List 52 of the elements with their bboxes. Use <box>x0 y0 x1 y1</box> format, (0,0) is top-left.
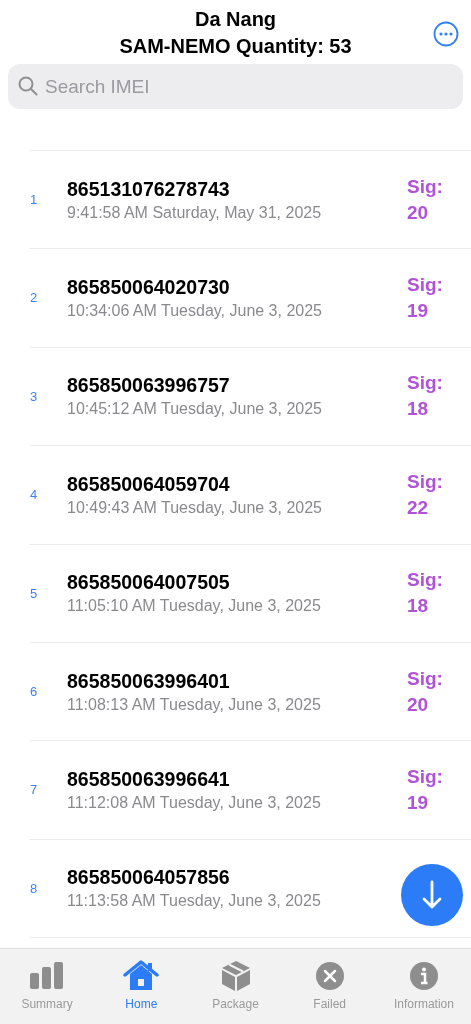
signal-value: 22 <box>407 495 430 520</box>
signal-value: 19 <box>407 299 430 324</box>
signal-value: 18 <box>407 594 430 619</box>
search-field[interactable]: Search IMEI <box>8 64 463 109</box>
signal-label: Sig: <box>407 273 444 298</box>
signal-label: Sig: <box>407 666 444 691</box>
signal-value: 20 <box>407 200 430 225</box>
imei-number: 865850064057856 <box>67 865 230 891</box>
timestamp: 11:08:13 AM Tuesday, June 3, 2025 <box>67 694 321 715</box>
timestamp: 10:45:12 AM Tuesday, June 3, 2025 <box>67 399 322 420</box>
row-number: 8 <box>30 879 39 898</box>
imei-number: 865850063996641 <box>67 767 230 793</box>
header-subtitle: SAM-NEMO Quantity: 53 <box>119 34 352 59</box>
tab[interactable]: Package <box>188 959 283 1013</box>
timestamp: 11:13:58 AM Tuesday, June 3, 2025 <box>67 891 321 912</box>
signal-label: Sig: <box>407 174 444 199</box>
timestamp: 9:41:58 AM Saturday, May 31, 2025 <box>67 202 322 223</box>
imei-number: 865131076278743 <box>67 176 230 202</box>
signal-value: 18 <box>407 397 430 422</box>
signal-value: 20 <box>407 692 430 717</box>
tab[interactable]: Home <box>94 959 189 1013</box>
timestamp: 10:49:43 AM Tuesday, June 3, 2025 <box>67 497 322 518</box>
imei-number: 865850064020730 <box>67 275 230 301</box>
tab[interactable]: Information <box>376 959 471 1013</box>
row-number: 6 <box>30 682 39 701</box>
row-number: 7 <box>30 781 39 800</box>
house-icon <box>123 959 160 992</box>
signal-label: Sig: <box>407 568 444 593</box>
timestamp: 11:12:08 AM Tuesday, June 3, 2025 <box>67 793 321 814</box>
more-options-icon[interactable] <box>433 21 459 47</box>
arrow-down-icon <box>421 880 443 910</box>
imei-number: 865850064007505 <box>67 570 230 596</box>
row-number: 1 <box>30 190 39 209</box>
tab[interactable]: Failed <box>282 959 377 1013</box>
imei-number: 865850063996401 <box>67 668 230 694</box>
timestamp: 11:05:10 AM Tuesday, June 3, 2025 <box>67 596 321 617</box>
imei-number: 865850064059704 <box>67 471 230 497</box>
signal-label: Sig: <box>407 469 444 494</box>
tab[interactable]: Summary <box>0 959 95 1013</box>
header-title: Da Nang <box>194 7 277 32</box>
signal-label: Sig: <box>407 371 444 396</box>
x-circle-icon <box>314 960 345 991</box>
imei-number: 865850063996757 <box>67 373 230 399</box>
row-number: 3 <box>30 387 39 406</box>
row-number: 4 <box>30 486 39 505</box>
box-icon <box>220 959 251 992</box>
row-number: 5 <box>30 584 39 603</box>
info-icon <box>408 960 439 991</box>
row-number: 2 <box>30 289 39 308</box>
timestamp: 10:34:06 AM Tuesday, June 3, 2025 <box>67 301 322 322</box>
signal-value: 19 <box>407 791 430 816</box>
signal-label: Sig: <box>407 765 444 790</box>
